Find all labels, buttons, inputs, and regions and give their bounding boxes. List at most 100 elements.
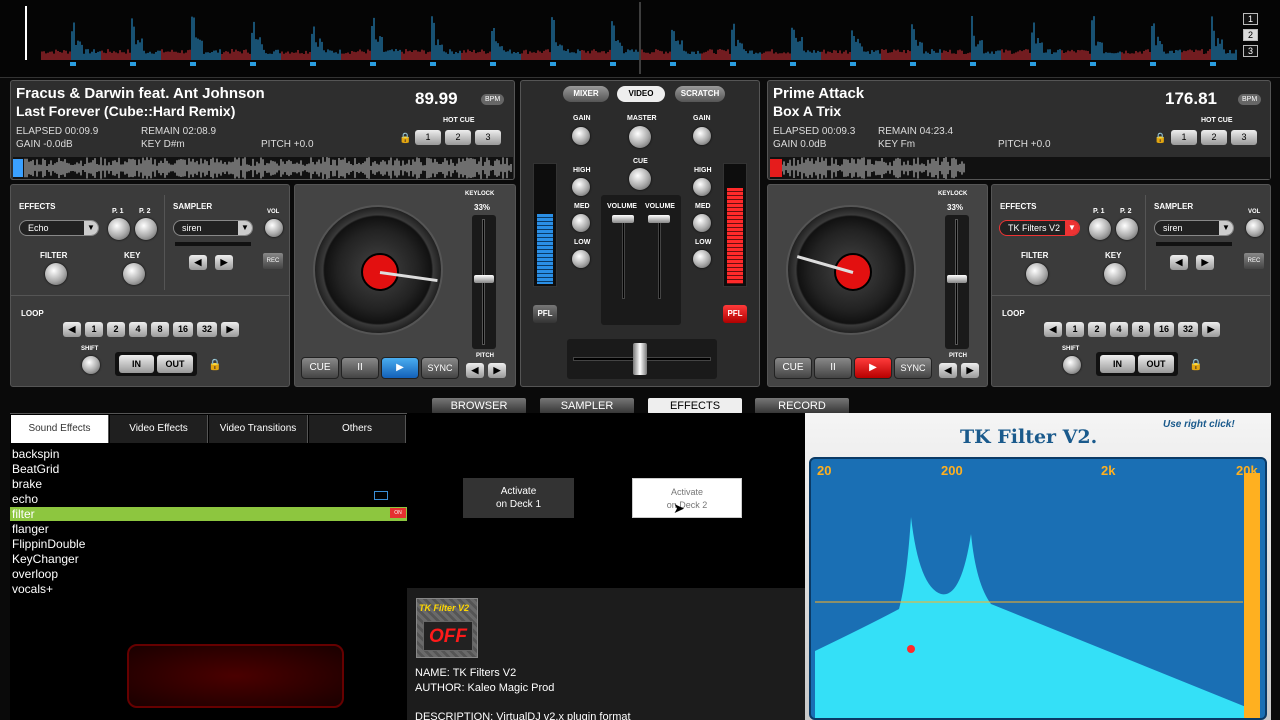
deck1-filter-knob[interactable] [45,263,67,285]
pfl-button-left[interactable]: PFL [533,305,557,323]
deck2-pitch-handle[interactable] [947,275,967,283]
gain-knob-left[interactable] [572,127,590,145]
tab-video-transitions[interactable]: Video Transitions [209,415,308,443]
deck1-loop-in-button[interactable]: IN [119,355,154,373]
tab-sampler[interactable]: SAMPLER [540,398,634,414]
deck2-remain[interactable]: REMAIN 04:23.4 [878,126,953,137]
master-knob[interactable] [629,126,651,148]
tab-others[interactable]: Others [309,415,406,443]
deck1-sampler-next[interactable]: ▶ [215,255,233,270]
tab-mixer[interactable]: MIXER [563,86,609,102]
deck1-p2-knob[interactable] [135,218,157,240]
overview-waveform[interactable]: 1 2 3 [0,0,1280,78]
deck1-elapsed[interactable]: ELAPSED 00:09.9 [16,126,98,137]
deck1-loop-16[interactable]: 16 [173,322,193,337]
tab-video[interactable]: VIDEO [617,86,665,102]
deck2-loop-16[interactable]: 16 [1154,322,1174,337]
selected-list-row[interactable] [10,507,407,521]
deck2-play-button[interactable]: ▶ [854,357,892,379]
deck1-hotcue-2[interactable]: 2 [445,130,471,145]
deck1-pitch-down[interactable]: ◀ [466,363,484,378]
deck2-effect-dropdown[interactable]: TK Filters V2 ▼ [999,220,1080,236]
lock-icon[interactable]: 🔒 [1189,358,1203,371]
list-item[interactable]: KeyChanger [12,552,79,566]
deck2-loop-8[interactable]: 8 [1132,322,1150,337]
deck1-loop-32[interactable]: 32 [197,322,217,337]
deck2-sampler-prev[interactable]: ◀ [1170,255,1188,270]
deck1-p1-knob[interactable] [108,218,130,240]
deck1-sampler-dropdown[interactable]: siren ▼ [173,220,253,236]
deck1-loop-4[interactable]: 4 [129,322,147,337]
deck1-loop-8[interactable]: 8 [151,322,169,337]
tk-filter-graph[interactable]: 20 200 2k 20k [809,457,1267,720]
deck2-pitch-down[interactable]: ◀ [939,363,957,378]
deck2-loop-out-button[interactable]: OUT [1138,355,1174,373]
deck1-hotcue-3[interactable]: 3 [475,130,501,145]
deck1-loop-prev[interactable]: ◀ [63,322,81,337]
med-knob-left[interactable] [572,214,590,232]
volume-fader-left[interactable] [612,215,634,223]
deck2-loop-next[interactable]: ▶ [1202,322,1220,337]
deck2-hotcue-1[interactable]: 1 [1171,130,1197,145]
deck2-loop-2[interactable]: 2 [1088,322,1106,337]
deck2-platter[interactable] [786,205,916,335]
deck1-loop-next[interactable]: ▶ [221,322,239,337]
low-knob-left[interactable] [572,250,590,268]
deck2-sampler-next[interactable]: ▶ [1196,255,1214,270]
deck2-pause-button[interactable]: II [814,357,852,379]
deck1-effect-dropdown[interactable]: Echo ▼ [19,220,99,236]
deck1-sync-button[interactable]: SYNC [421,357,459,379]
high-knob-left[interactable] [572,178,590,196]
deck2-loop-32[interactable]: 32 [1178,322,1198,337]
layer-3-button[interactable]: 3 [1243,45,1258,57]
deck2-shift-knob[interactable] [1063,356,1081,374]
deck2-elapsed[interactable]: ELAPSED 00:09.3 [773,126,855,137]
med-knob-right[interactable] [693,214,711,232]
tab-sound-effects[interactable]: Sound Effects [11,415,109,443]
tab-effects[interactable]: EFFECTS [648,398,742,414]
high-knob-right[interactable] [693,178,711,196]
deck1-shift-knob[interactable] [82,356,100,374]
deck2-loop-1[interactable]: 1 [1066,322,1084,337]
pfl-button-right[interactable]: PFL [723,305,747,323]
list-item[interactable]: overloop [12,567,58,581]
deck1-loop-1[interactable]: 1 [85,322,103,337]
deck2-hotcue-3[interactable]: 3 [1231,130,1257,145]
tab-scratch[interactable]: SCRATCH [675,86,725,102]
deck1-sampler-vol-knob[interactable] [265,219,283,237]
deck2-sampler-dropdown[interactable]: siren ▼ [1154,220,1234,236]
list-item[interactable]: brake [12,477,42,491]
deck1-cue-button[interactable]: CUE [301,357,339,379]
gain-knob-right[interactable] [693,127,711,145]
deck1-platter[interactable] [313,205,443,335]
deck2-bpm-tag[interactable]: BPM [1238,94,1262,105]
list-item-selected[interactable]: filter [12,507,35,521]
deck2-track-waveform[interactable] [770,157,1270,179]
deck1-remain[interactable]: REMAIN 02:08.9 [141,126,216,137]
deck1-rec-button[interactable]: REC [263,253,283,269]
deck2-pitch-slider[interactable] [945,215,969,349]
deck2-p2-knob[interactable] [1116,218,1138,240]
low-knob-right[interactable] [693,250,711,268]
list-item[interactable]: backspin [12,447,59,461]
lock-icon[interactable]: 🔒 [208,358,222,371]
list-item[interactable]: vocals+ [12,582,53,596]
list-item[interactable]: flanger [12,522,49,536]
deck2-loop-prev[interactable]: ◀ [1044,322,1062,337]
list-item[interactable]: BeatGrid [12,462,59,476]
list-item[interactable]: echo [12,492,38,506]
deck1-key-knob[interactable] [123,263,145,285]
volume-fader-right[interactable] [648,215,670,223]
deck2-sync-button[interactable]: SYNC [894,357,932,379]
tab-browser[interactable]: BROWSER [432,398,526,414]
deck2-hotcue-2[interactable]: 2 [1201,130,1227,145]
deck2-loop-in-button[interactable]: IN [1100,355,1135,373]
deck2-p1-knob[interactable] [1089,218,1111,240]
tab-video-effects[interactable]: Video Effects [110,415,208,443]
deck2-pitch-up[interactable]: ▶ [961,363,979,378]
activate-deck2-button[interactable]: Activate on Deck 2 [632,478,742,518]
deck1-pitch-up[interactable]: ▶ [488,363,506,378]
crossfader-knob[interactable] [633,343,647,375]
layer-2-button[interactable]: 2 [1243,29,1258,41]
layer-1-button[interactable]: 1 [1243,13,1258,25]
